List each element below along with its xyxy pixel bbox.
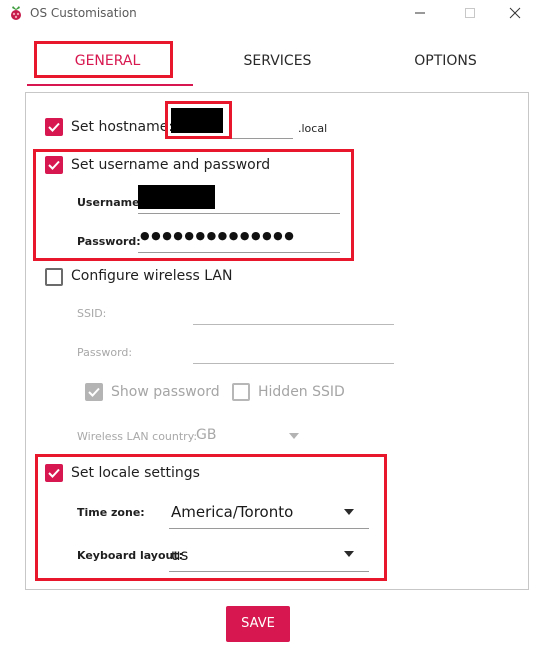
save-button[interactable]: SAVE [226, 606, 290, 642]
highlight-box-hostname [165, 101, 232, 139]
hostname-label: Set hostname: [71, 119, 174, 135]
wireless-checkbox[interactable] [45, 268, 63, 286]
tab-options[interactable]: OPTIONS [380, 53, 511, 73]
title-bar: OS Customisation [0, 0, 538, 27]
checkmark-icon [48, 122, 60, 132]
tab-services[interactable]: SERVICES [212, 53, 343, 73]
raspberry-pi-icon [11, 6, 21, 20]
highlight-box-locale [35, 454, 387, 581]
wifi-password-field[interactable] [193, 363, 394, 364]
close-icon[interactable] [503, 4, 527, 22]
highlight-box-user [33, 149, 354, 261]
wireless-label: Configure wireless LAN [71, 268, 233, 284]
hostname-suffix: .local [298, 122, 328, 135]
maximize-icon[interactable] [458, 4, 482, 22]
hidden-ssid-checkbox[interactable] [232, 383, 250, 401]
window-title: OS Customisation [30, 6, 137, 20]
chevron-down-icon[interactable] [289, 433, 299, 439]
hidden-ssid-label: Hidden SSID [258, 384, 345, 400]
show-password-label: Show password [111, 384, 220, 400]
checkmark-icon [88, 387, 100, 397]
show-password-checkbox[interactable] [85, 383, 103, 401]
ssid-field[interactable] [193, 324, 394, 325]
ssid-label: SSID: [77, 307, 107, 320]
minimize-icon[interactable] [408, 4, 432, 22]
active-tab-indicator [27, 84, 193, 86]
wifi-password-label: Password: [77, 346, 133, 359]
hostname-checkbox[interactable] [45, 118, 63, 136]
wlan-country-label: Wireless LAN country: [77, 430, 198, 443]
wlan-country-value[interactable]: GB [196, 427, 216, 443]
highlight-box-general-tab [34, 41, 173, 78]
